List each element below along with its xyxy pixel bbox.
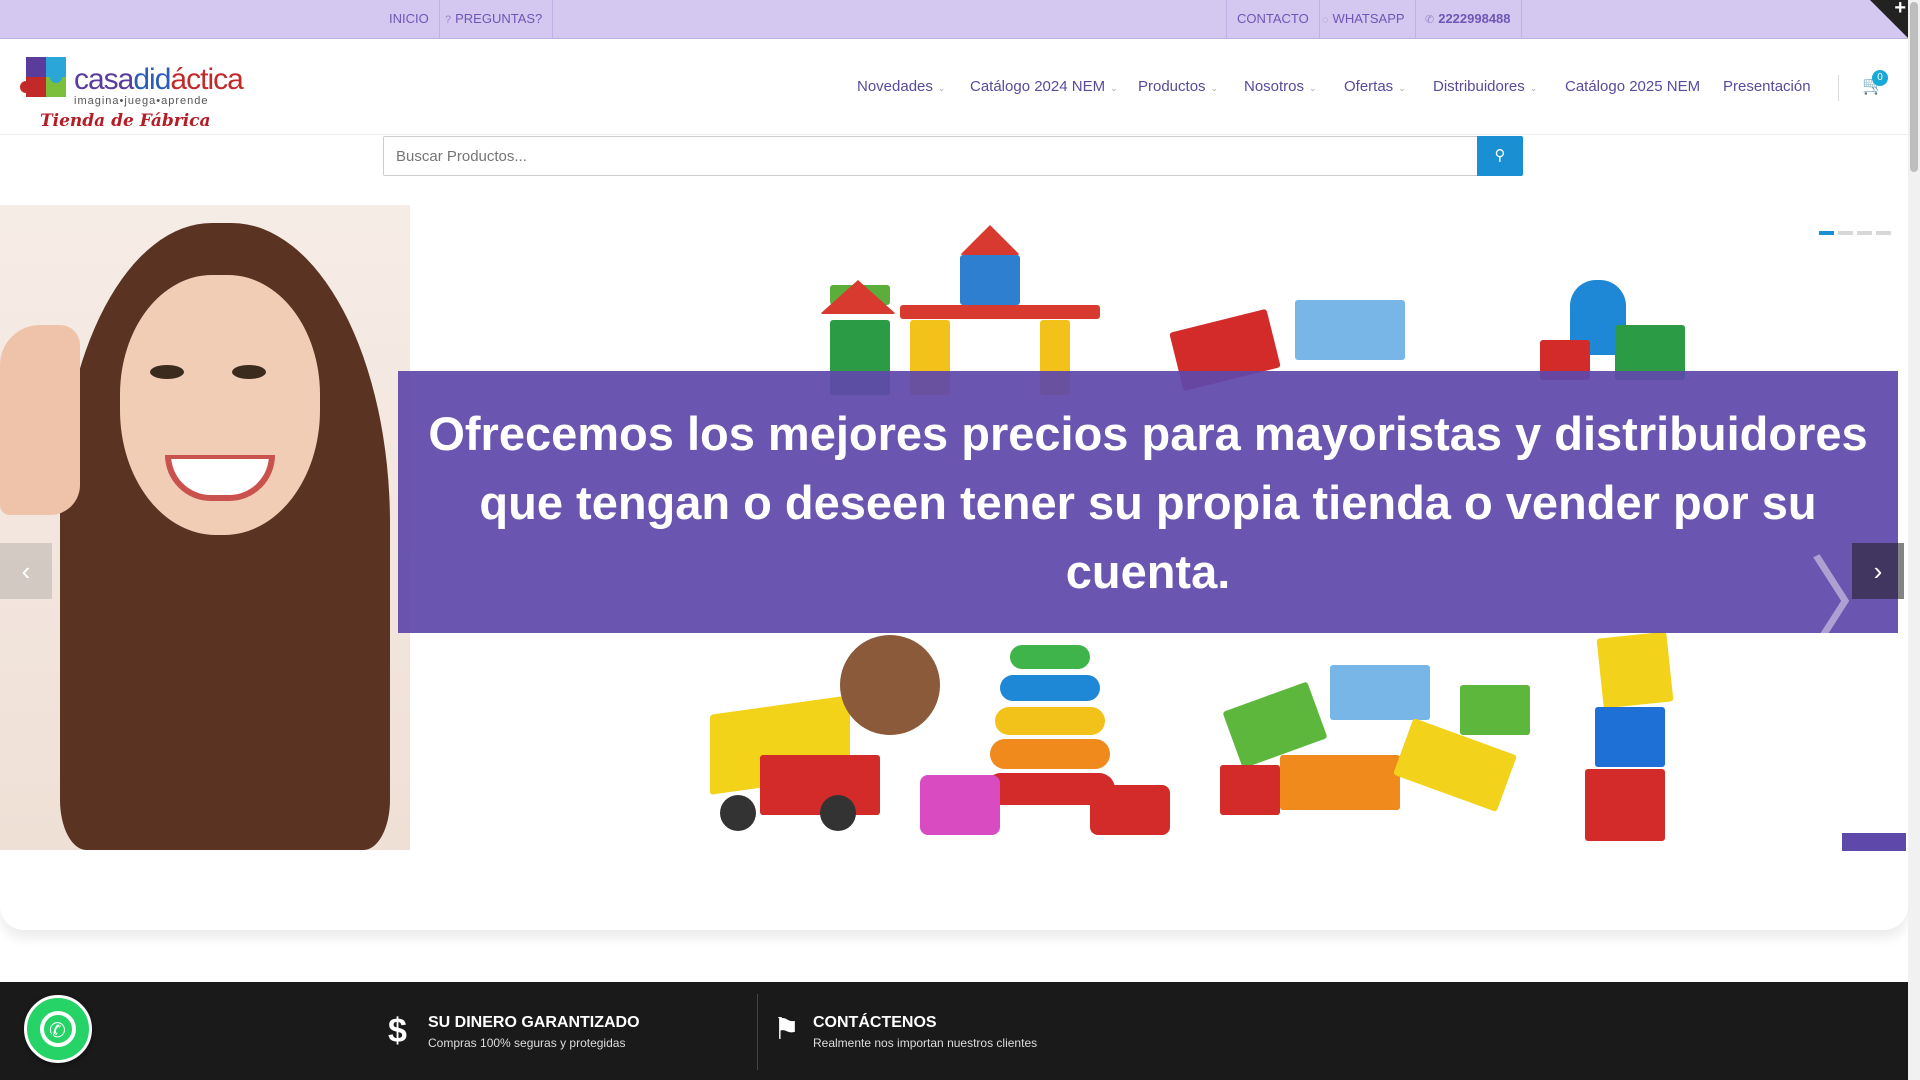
nav-novedades[interactable]: Novedades ⌄: [857, 39, 945, 135]
features-strip: $ SU DINERO GARANTIZADO Compras 100% seg…: [0, 982, 1908, 1080]
slider-dot-3[interactable]: [1857, 231, 1872, 235]
nav-label: Distribuidores: [1433, 78, 1525, 95]
top-link-contacto[interactable]: CONTACTO: [1226, 0, 1320, 39]
chevron-down-icon: ⌄: [1309, 83, 1317, 93]
search-icon: ⚲: [1494, 147, 1506, 164]
slider-dot-4[interactable]: [1876, 231, 1891, 235]
toy-block-tower-image: [820, 225, 1100, 395]
cart-count-badge: 0: [1872, 70, 1888, 86]
feature-subtitle: Realmente nos importan nuestros clientes: [813, 1036, 1038, 1050]
logo-slogan: imagina•juega•aprende: [74, 95, 209, 107]
logo-part-a: casa: [74, 63, 134, 96]
hero-slider: Ofrecemos los mejores precios para mayor…: [0, 205, 1908, 930]
question-icon: ?: [445, 14, 452, 26]
feature-title: CONTÁCTENOS: [813, 1014, 937, 1031]
whatsapp-icon: ◌: [1322, 14, 1329, 26]
feature-divider: [757, 994, 758, 1070]
slider-dots: [1815, 222, 1891, 240]
chevron-down-icon: ⌄: [1398, 83, 1406, 93]
search-input[interactable]: [384, 137, 1479, 175]
whatsapp-float-button[interactable]: ✆: [24, 995, 92, 1063]
top-link-whatsapp[interactable]: ◌ WHATSAPP: [1312, 0, 1416, 39]
toy-cylinder-image: [1540, 280, 1690, 380]
slider-dot-1[interactable]: [1819, 231, 1834, 235]
nav-label: Ofertas: [1344, 78, 1394, 95]
hero-woman-image: [0, 205, 410, 850]
nav-label: Novedades: [857, 78, 933, 95]
top-link-preguntas[interactable]: ? PREGUNTAS?: [435, 0, 554, 39]
nav-presentacion[interactable]: Presentación: [1723, 39, 1811, 135]
chevron-right-icon: ›: [1873, 556, 1883, 586]
logo-part-c: áctica: [170, 63, 243, 96]
logo-tagline: Tienda de Fábrica: [40, 111, 211, 131]
header: casadidáctica imagina•juega•aprende Tien…: [0, 39, 1908, 135]
chevron-down-icon: ⌄: [937, 83, 946, 93]
hero-banner-text: Ofrecemos los mejores precios para mayor…: [428, 406, 1868, 598]
nav-label: Productos: [1138, 78, 1206, 95]
nav-label: Presentación: [1723, 78, 1811, 95]
slider-next-button[interactable]: ›: [1852, 543, 1904, 599]
chevron-left-icon: ‹: [21, 556, 31, 586]
nav-catalogo-2024[interactable]: Catálogo 2024 NEM ⌄: [970, 39, 1118, 135]
nav-label: Catálogo 2024 NEM: [970, 78, 1106, 95]
search-bar: ⚲: [383, 136, 1523, 176]
site-logo[interactable]: casadidáctica imagina•juega•aprende Tien…: [18, 49, 244, 133]
search-button[interactable]: ⚲: [1477, 136, 1523, 176]
nav-distribuidores[interactable]: Distribuidores ⌄: [1433, 39, 1537, 135]
top-link-phone[interactable]: ✆ 2222998488: [1415, 0, 1522, 39]
slider-side-tab[interactable]: [1842, 833, 1906, 851]
dollar-icon: $: [388, 1012, 407, 1050]
toy-bricks-pile-image: [1220, 665, 1540, 835]
nav-label: Catálogo 2025 NEM: [1565, 78, 1701, 95]
toy-cube-stack-image: [1570, 631, 1690, 845]
nav-divider: [1838, 75, 1839, 101]
top-link-phone-label: 2222998488: [1438, 11, 1511, 26]
scrollbar-thumb[interactable]: [1910, 2, 1918, 172]
flag-icon: ⚑: [773, 1013, 800, 1046]
slider-dot-2[interactable]: [1838, 231, 1853, 235]
top-link-whatsapp-label: WHATSAPP: [1332, 11, 1405, 26]
plus-icon[interactable]: +: [1894, 0, 1906, 20]
toy-truck-ring-image: [700, 635, 1180, 855]
top-link-inicio[interactable]: INICIO: [379, 0, 440, 39]
toy-bricks-top-image: [1169, 300, 1435, 392]
slider-prev-button[interactable]: ‹: [0, 543, 52, 599]
page-scrollbar[interactable]: [1908, 0, 1920, 1080]
feature-subtitle: Compras 100% seguras y protegidas: [428, 1036, 626, 1050]
phone-icon: ✆: [1425, 14, 1435, 26]
chevron-down-icon: ⌄: [1110, 83, 1118, 93]
nav-ofertas[interactable]: Ofertas ⌄: [1344, 39, 1406, 135]
nav-label: Nosotros: [1244, 78, 1305, 95]
nav-catalogo-2025[interactable]: Catálogo 2025 NEM: [1565, 39, 1700, 135]
top-bar: INICIO ? PREGUNTAS? CONTACTO ◌ WHATSAPP ✆ 2…: [0, 0, 1908, 39]
nav-productos[interactable]: Productos ⌄: [1138, 39, 1218, 135]
hero-banner: Ofrecemos los mejores precios para mayor…: [398, 371, 1898, 633]
nav-nosotros[interactable]: Nosotros ⌄: [1244, 39, 1317, 135]
phone-icon: ✆: [49, 1020, 66, 1042]
puzzle-logo-icon: [20, 57, 66, 97]
feature-title: SU DINERO GARANTIZADO: [428, 1014, 640, 1031]
chevron-down-icon: ⌄: [1529, 83, 1538, 93]
logo-part-b: did: [133, 63, 171, 96]
logo-wordmark: casadidáctica: [74, 63, 244, 97]
top-link-preguntas-label: PREGUNTAS?: [455, 11, 543, 26]
chevron-down-icon: ⌄: [1210, 83, 1219, 93]
